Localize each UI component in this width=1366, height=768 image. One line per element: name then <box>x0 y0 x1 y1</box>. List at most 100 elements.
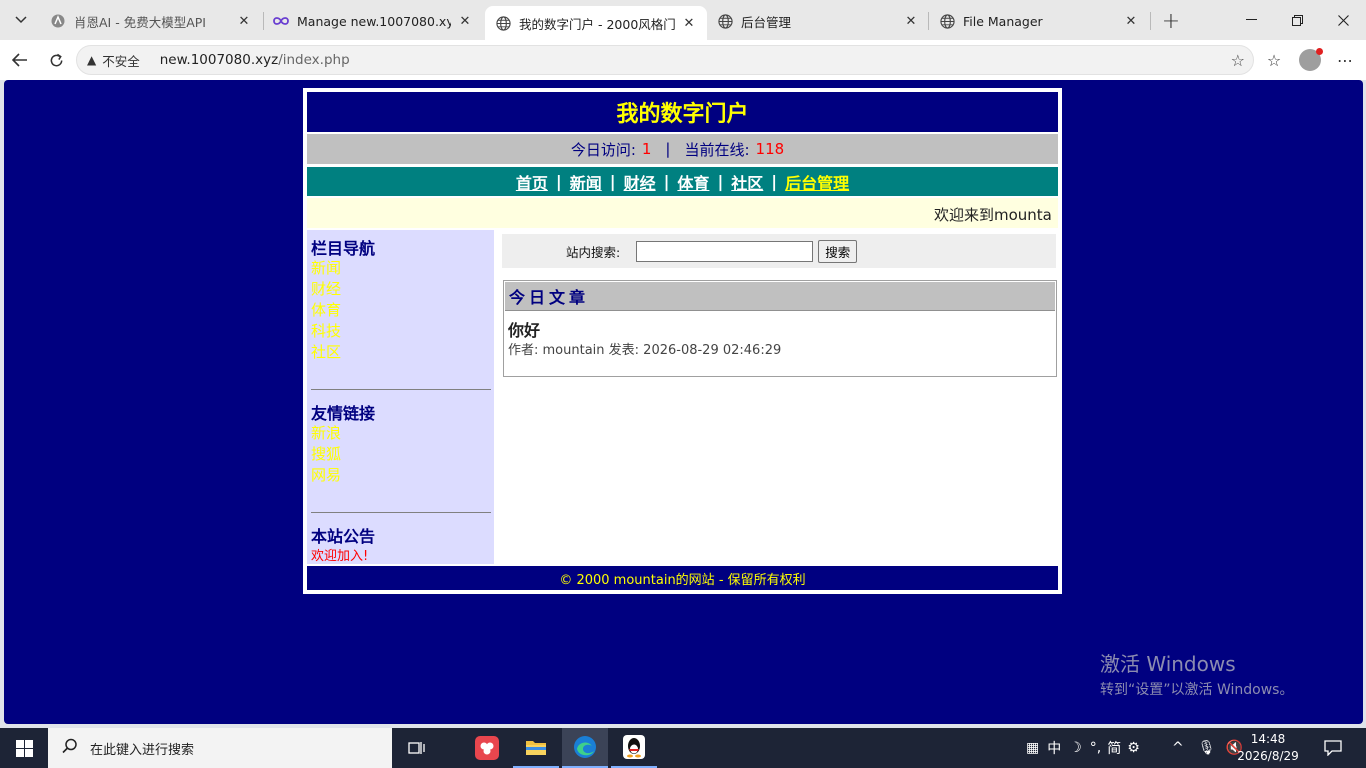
menu-separator: | <box>717 172 724 191</box>
system-tray: ^ 🎙 🔇 <box>1172 728 1243 768</box>
ime-grid-icon[interactable]: ▦ <box>1026 740 1039 756</box>
online-value: 118 <box>755 140 785 158</box>
visits-value: 1 <box>641 140 652 158</box>
ime-settings-icon[interactable]: ⚙ <box>1127 740 1140 756</box>
plus-icon: + <box>1161 8 1181 34</box>
site-footer: © 2000 mountain的网站 - 保留所有权利 <box>307 566 1058 590</box>
activation-title: 激活 Windows <box>1100 652 1236 676</box>
favorites-button[interactable]: ☆ <box>1262 48 1286 72</box>
tab-title: Manage new.1007080.xyz on ifl <box>297 13 451 29</box>
taskbar-qq[interactable] <box>611 728 657 768</box>
taskbar-app-red[interactable] <box>464 728 510 768</box>
menu-admin[interactable]: 后台管理 <box>785 170 849 194</box>
tab-actions-menu-button[interactable] <box>6 6 36 34</box>
today-articles-heading: 今日文章 <box>505 282 1055 311</box>
minimize-button[interactable] <box>1228 0 1274 40</box>
sidebar-link-sports[interactable]: 体育 <box>311 299 490 320</box>
input-device-icon[interactable]: 🎙 <box>1198 740 1216 756</box>
marquee-text: 欢迎来到mounta <box>934 206 1052 224</box>
address-bar[interactable]: ▲ 不安全 new.1007080.xyz/index.php ☆ <box>76 45 1254 75</box>
tab-divider <box>1150 12 1151 30</box>
punctuation-icon[interactable]: °, <box>1090 740 1101 756</box>
moon-icon[interactable]: ☽ <box>1069 740 1082 756</box>
notification-center-button[interactable] <box>1316 736 1350 760</box>
favorite-star-icon[interactable]: ☆ <box>1231 51 1245 70</box>
visits-label: 今日访问: <box>570 140 636 159</box>
close-tab-icon[interactable]: ✕ <box>1123 13 1139 29</box>
close-tab-icon[interactable]: ✕ <box>681 15 697 31</box>
show-hidden-icons-chevron-up-icon[interactable]: ^ <box>1172 740 1184 756</box>
friend-link-netease[interactable]: 网易 <box>311 464 375 485</box>
article-meta: 作者: mountain 发表: 2026-08-29 02:46:29 <box>508 343 782 358</box>
security-label[interactable]: 不安全 <box>102 51 140 70</box>
sidebar-link-finance[interactable]: 财经 <box>311 278 490 299</box>
menu-news[interactable]: 新闻 <box>570 170 602 194</box>
search-input[interactable] <box>636 240 814 262</box>
windows-logo-icon <box>15 739 33 757</box>
online-label: 当前在线: <box>684 140 750 159</box>
search-button[interactable]: 搜索 <box>818 239 858 263</box>
stats-separator: | <box>665 140 671 158</box>
menu-separator: | <box>555 172 562 191</box>
menu-home[interactable]: 首页 <box>516 170 548 194</box>
back-button[interactable] <box>6 46 34 74</box>
taskbar-edge-browser[interactable] <box>562 728 608 768</box>
restore-icon <box>1291 14 1303 26</box>
globe-icon <box>717 13 733 29</box>
browser-tab-5[interactable]: File Manager ✕ <box>929 6 1149 36</box>
task-view-button[interactable] <box>394 728 440 768</box>
sidebar-link-tech[interactable]: 科技 <box>311 320 490 341</box>
folder-icon <box>526 741 546 755</box>
globe-icon <box>939 13 955 29</box>
menu-separator: | <box>609 172 616 191</box>
taskbar-search-box[interactable]: 在此键入进行搜索 <box>48 728 392 768</box>
menu-community[interactable]: 社区 <box>731 170 763 194</box>
welcome-marquee: 欢迎来到mounta <box>307 198 1058 228</box>
browser-tab-2[interactable]: Manage new.1007080.xyz on ifl ✕ <box>263 6 483 36</box>
taskbar-file-explorer[interactable] <box>513 728 559 768</box>
menu-finance[interactable]: 财经 <box>624 170 656 194</box>
more-options-icon: ⋯ <box>1337 50 1353 70</box>
sidebar-link-news[interactable]: 新闻 <box>311 257 490 278</box>
browser-tab-3-active[interactable]: 我的数字门户 - 2000风格门户 ✕ <box>485 6 707 40</box>
warning-icon[interactable]: ▲ <box>87 53 96 67</box>
site-title: 我的数字门户 <box>307 92 1058 132</box>
url-text[interactable]: new.1007080.xyz/index.php <box>160 52 350 68</box>
notice-text: 欢迎加入! <box>311 549 369 564</box>
tab-title: File Manager <box>963 13 1043 29</box>
ime-simplified[interactable]: 简 <box>1107 738 1121 758</box>
browser-toolbar: ▲ 不安全 new.1007080.xyz/index.php ☆ ☆ ⋯ <box>0 40 1366 80</box>
notification-icon <box>1324 740 1342 756</box>
taskbar-clock[interactable]: 14:48 2026/8/29 <box>1236 731 1300 765</box>
close-tab-icon[interactable]: ✕ <box>457 13 473 29</box>
friends-heading: 友情链接 <box>311 404 376 423</box>
profile-notification-dot <box>1316 48 1323 55</box>
browser-tab-1[interactable]: 肖恩AI - 免费大模型API ✕ <box>40 6 262 36</box>
sidebar: 栏目导航 新闻 财经 体育 科技 社区 友情链接 新浪 搜狐 网易 本站公告 欢… <box>307 230 494 564</box>
edge-icon <box>574 736 596 758</box>
menu-sports[interactable]: 体育 <box>677 170 709 194</box>
close-tab-icon[interactable]: ✕ <box>236 13 252 29</box>
new-tab-button[interactable]: + <box>1158 8 1184 34</box>
close-tab-icon[interactable]: ✕ <box>903 13 919 29</box>
restore-button[interactable] <box>1274 0 1320 40</box>
close-window-button[interactable] <box>1320 0 1366 40</box>
browser-tab-4[interactable]: 后台管理 ✕ <box>707 6 929 36</box>
visit-stats-bar: 今日访问: 1 | 当前在线: 118 <box>307 134 1058 164</box>
tab-title: 肖恩AI - 免费大模型API <box>74 14 206 30</box>
friend-link-sina[interactable]: 新浪 <box>311 422 375 443</box>
friend-link-sohu[interactable]: 搜狐 <box>311 443 375 464</box>
ime-mode[interactable]: 中 <box>1047 738 1061 758</box>
ime-tray[interactable]: ▦ 中 ☽ °, 简 ⚙ <box>1026 728 1140 768</box>
today-articles-box: 今日文章 你好 作者: mountain 发表: 2026-08-29 02:4… <box>503 280 1057 377</box>
article-title[interactable]: 你好 <box>508 317 540 341</box>
start-button[interactable] <box>0 728 48 768</box>
refresh-button[interactable] <box>42 46 70 74</box>
main-content: 站内搜索: 搜索 今日文章 你好 作者: mountain 发表: 2026-0… <box>498 230 1058 564</box>
windows-activation-watermark: 激活 Windows 转到“设置”以激活 Windows。 <box>1100 648 1293 699</box>
sidebar-link-community[interactable]: 社区 <box>311 341 490 362</box>
clock-date: 2026/8/29 <box>1237 749 1299 763</box>
settings-menu-button[interactable]: ⋯ <box>1333 48 1357 72</box>
infinity-icon <box>273 13 289 29</box>
site-search-form: 站内搜索: 搜索 <box>502 234 1056 268</box>
